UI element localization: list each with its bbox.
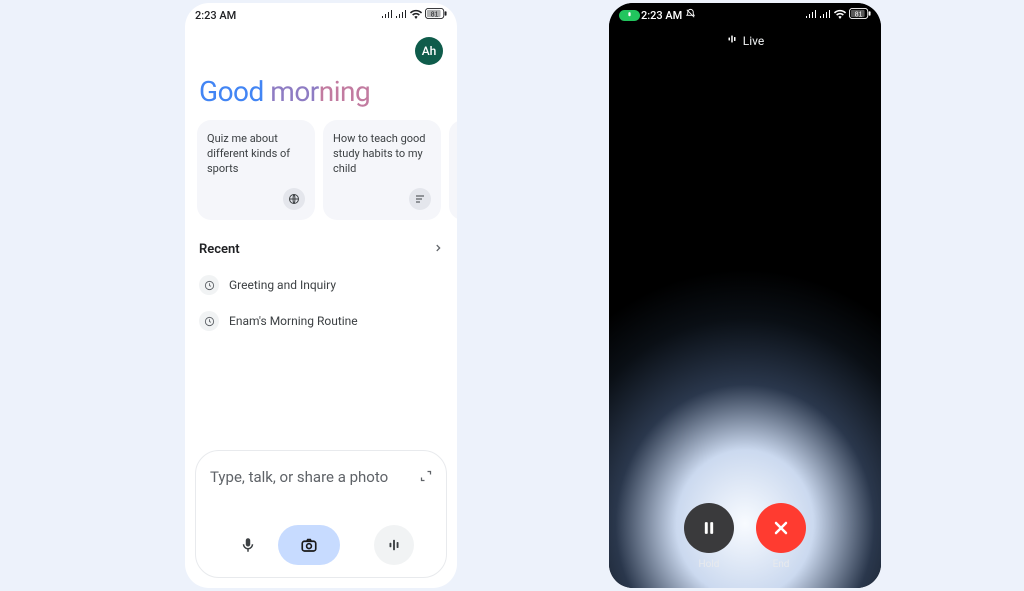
recent-title: Recent bbox=[199, 242, 240, 257]
wifi-icon bbox=[833, 9, 847, 22]
recent-header[interactable]: Recent bbox=[185, 236, 457, 263]
history-icon bbox=[199, 275, 219, 295]
hold-button[interactable] bbox=[684, 503, 734, 553]
recent-list: Greeting and Inquiry Enam's Morning Rout… bbox=[185, 263, 457, 343]
live-controls: Hold End bbox=[609, 503, 881, 570]
status-bar: 2:23 AM 81 bbox=[609, 3, 881, 27]
recent-item-label: Greeting and Inquiry bbox=[229, 278, 336, 292]
chevron-right-icon bbox=[433, 242, 443, 257]
svg-text:81: 81 bbox=[855, 11, 863, 18]
expand-icon[interactable] bbox=[420, 467, 432, 486]
waveform-icon bbox=[726, 33, 738, 48]
suggestion-card[interactable]: How to teach good study habits to my chi… bbox=[323, 120, 441, 220]
notes-icon bbox=[409, 188, 431, 210]
signal-icon-2 bbox=[395, 9, 407, 22]
svg-text:81: 81 bbox=[431, 11, 439, 18]
recent-item[interactable]: Greeting and Inquiry bbox=[191, 267, 451, 303]
signal-icon bbox=[805, 9, 817, 22]
recent-item[interactable]: Enam's Morning Routine bbox=[191, 303, 451, 339]
signal-icon bbox=[381, 9, 393, 22]
suggestion-card[interactable]: Quiz me about different kinds of sports bbox=[197, 120, 315, 220]
recent-item-label: Enam's Morning Routine bbox=[229, 314, 358, 328]
suggestion-cards: Quiz me about different kinds of sports … bbox=[185, 120, 457, 236]
end-button[interactable] bbox=[756, 503, 806, 553]
dnd-icon bbox=[685, 8, 696, 22]
camera-button[interactable] bbox=[278, 525, 340, 565]
history-icon bbox=[199, 311, 219, 331]
battery-icon: 81 bbox=[425, 8, 447, 22]
mic-button[interactable] bbox=[228, 525, 268, 565]
sports-icon bbox=[283, 188, 305, 210]
hold-label: Hold bbox=[699, 559, 720, 570]
active-call-pill[interactable] bbox=[619, 10, 640, 21]
suggestion-text: Quiz me about different kinds of sports bbox=[207, 132, 290, 175]
input-placeholder: Type, talk, or share a photo bbox=[210, 468, 388, 486]
signal-icon-2 bbox=[819, 9, 831, 22]
status-bar: 2:23 AM 81 bbox=[185, 3, 457, 27]
avatar[interactable]: Ah bbox=[415, 37, 443, 65]
phone-home-screen: 2:23 AM 81 Ah Good morning Quiz me about… bbox=[185, 3, 457, 588]
header-row: Ah bbox=[185, 27, 457, 69]
live-indicator: Live bbox=[609, 33, 881, 48]
live-background bbox=[609, 3, 881, 588]
status-time: 2:23 AM bbox=[641, 9, 682, 22]
wifi-icon bbox=[409, 9, 423, 22]
live-label-text: Live bbox=[743, 34, 764, 48]
suggestion-card[interactable]: Qu str bbox=[449, 120, 457, 220]
live-button[interactable] bbox=[374, 525, 414, 565]
suggestion-text: How to teach good study habits to my chi… bbox=[333, 132, 426, 175]
status-time: 2:23 AM bbox=[195, 9, 236, 22]
battery-icon: 81 bbox=[849, 8, 871, 22]
end-label: End bbox=[773, 559, 790, 570]
greeting-text: Good morning bbox=[185, 69, 457, 120]
phone-live-screen: 2:23 AM 81 Live Hold End bbox=[609, 3, 881, 588]
input-panel[interactable]: Type, talk, or share a photo bbox=[195, 450, 447, 578]
